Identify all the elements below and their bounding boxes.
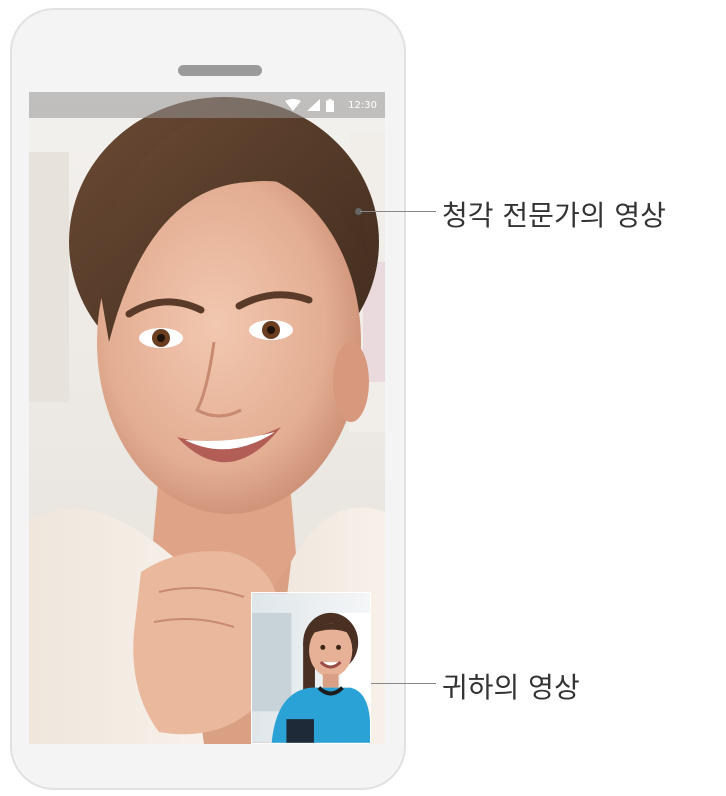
specialist-callout-line (360, 211, 436, 212)
phone-screen: 12:30 (29, 92, 385, 744)
status-bar: 12:30 (29, 92, 385, 118)
speaker-grille (178, 65, 262, 76)
battery-icon (326, 98, 335, 112)
wifi-icon (285, 99, 302, 111)
self-view-video (251, 592, 371, 744)
status-time: 12:30 (348, 99, 377, 111)
specialist-video-label: 청각 전문가의 영상 (442, 199, 666, 232)
status-icons: 12:30 (285, 96, 377, 114)
your-video-label: 귀하의 영상 (442, 671, 580, 704)
signal-icon (307, 99, 321, 111)
